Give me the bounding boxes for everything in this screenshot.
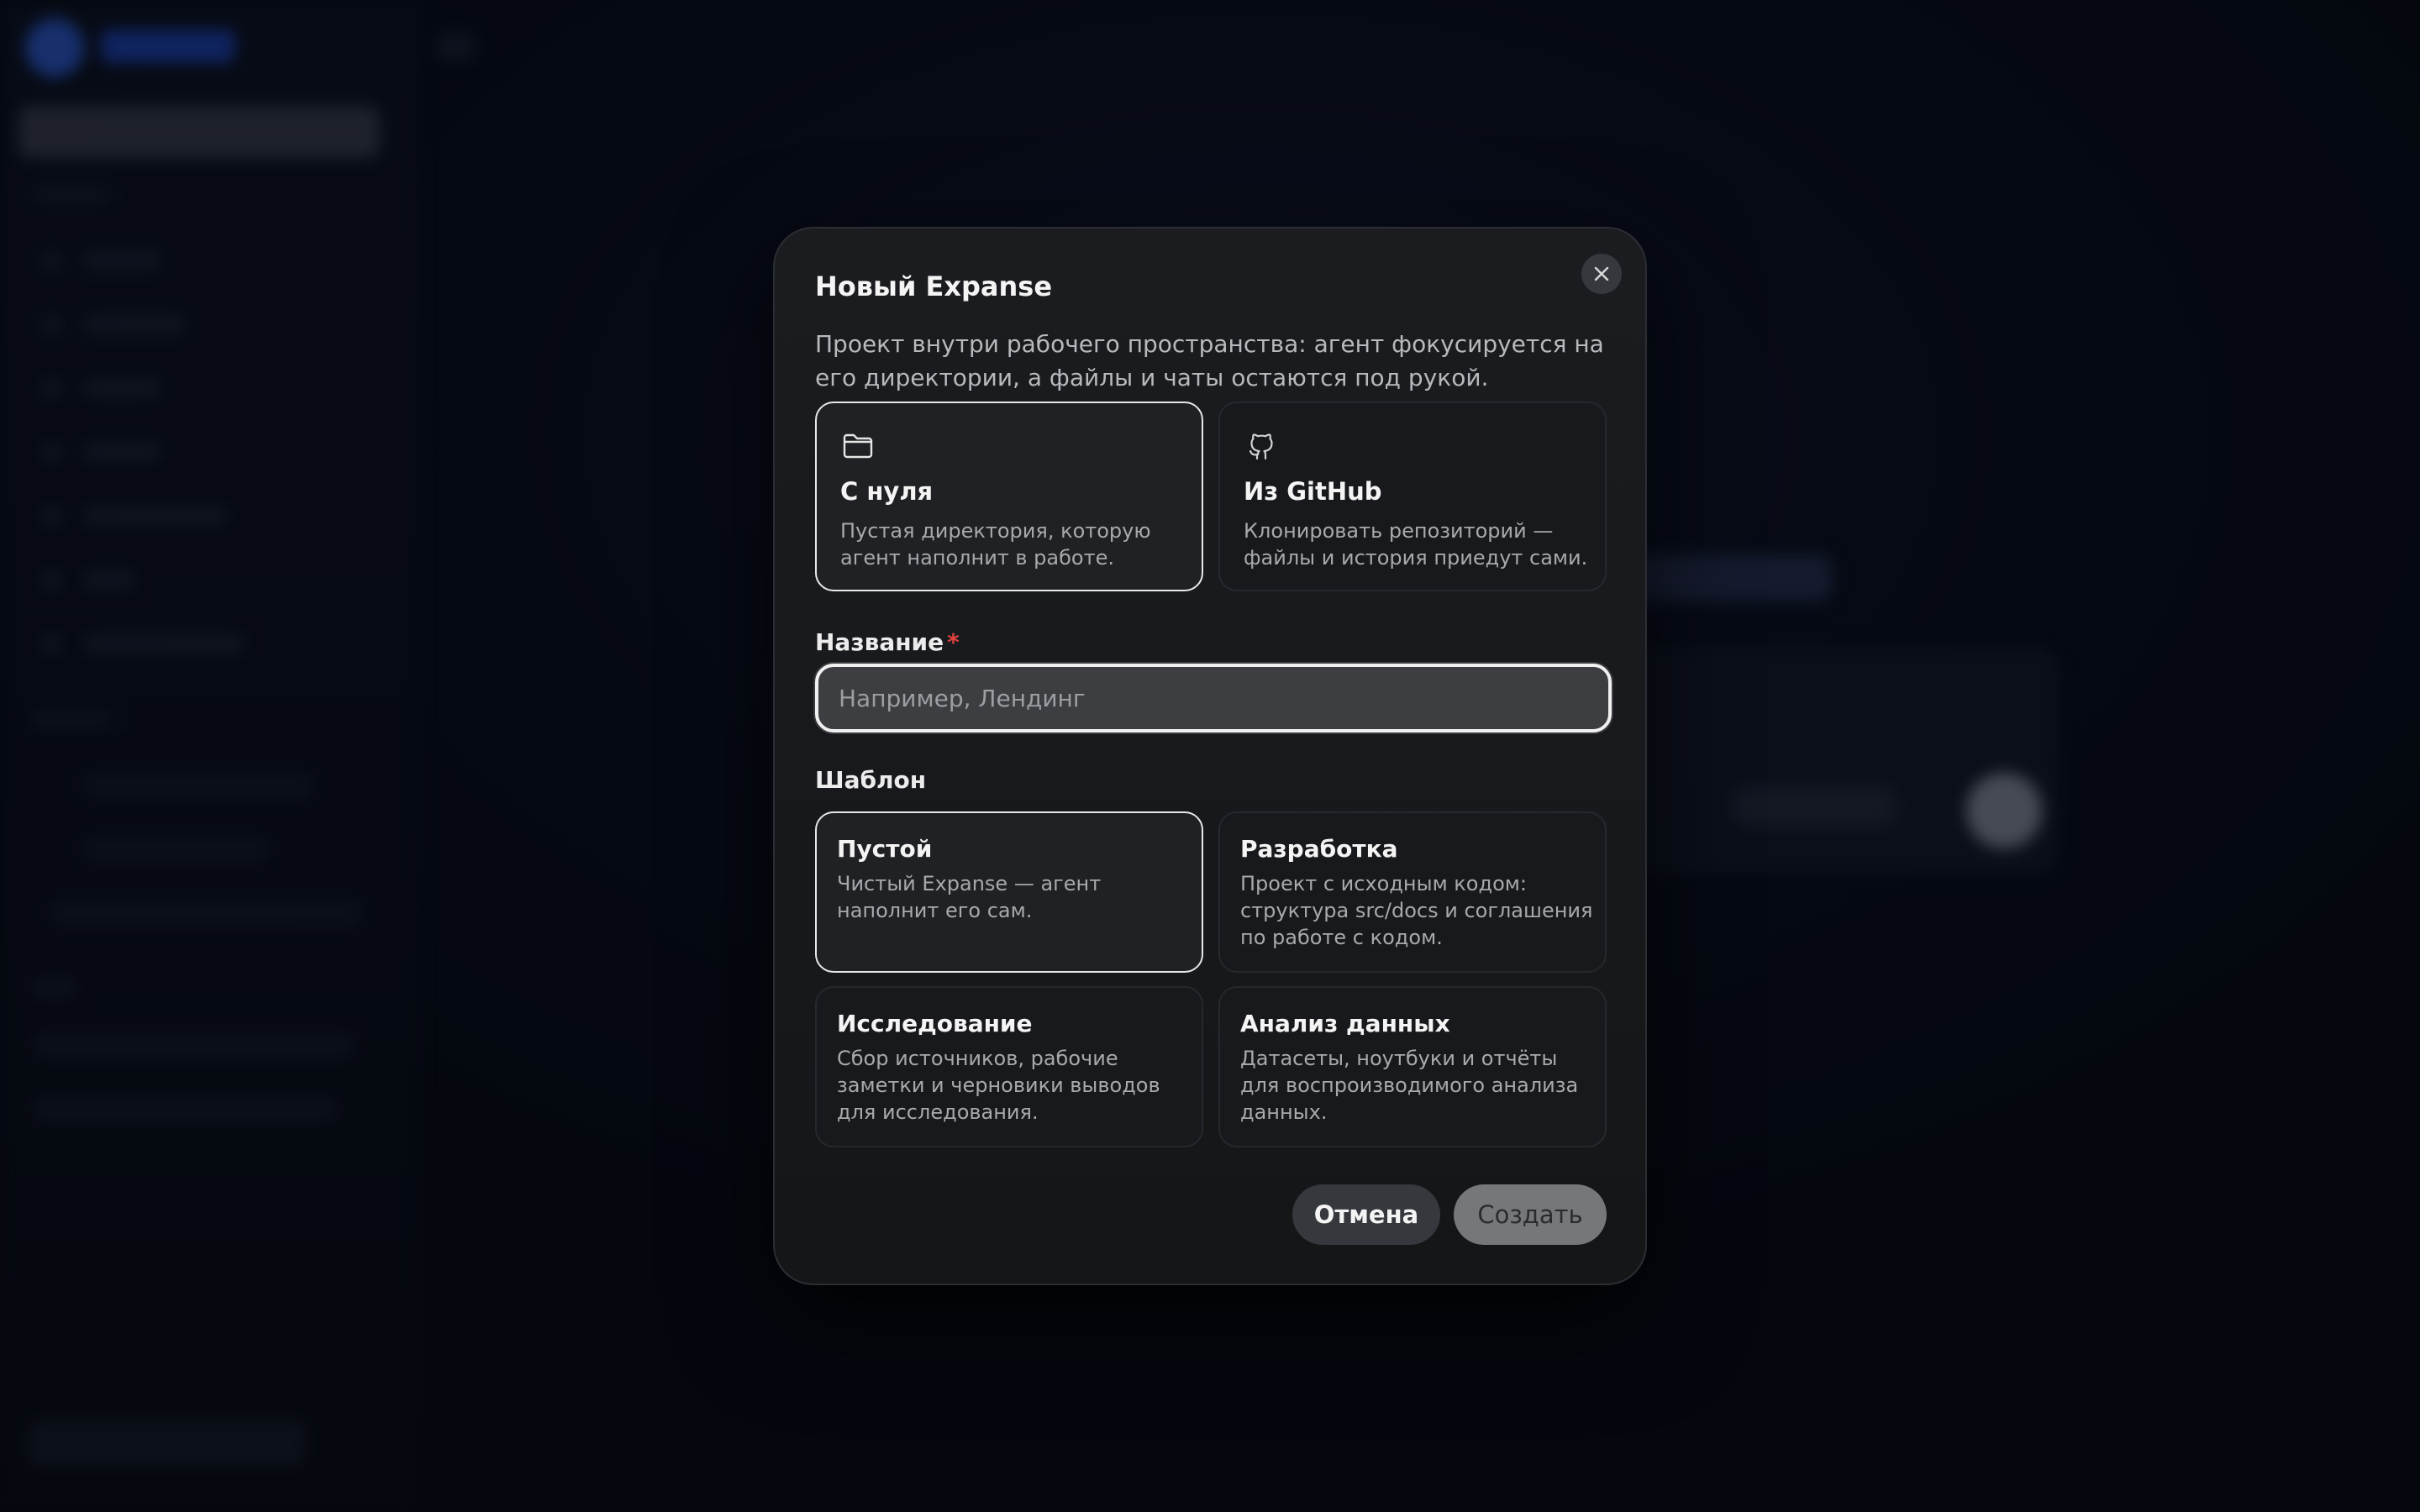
name-input[interactable] [815, 664, 1612, 732]
source-option-title: С нуля [840, 477, 934, 506]
name-field-label: Название * [815, 628, 960, 656]
template-title: Разработка [1240, 835, 1398, 863]
dialog-description: Проект внутри рабочего пространства: аге… [815, 330, 1604, 391]
template-title: Пустой [837, 835, 933, 863]
template-option-empty[interactable]: Пустой Чистый Expanse — агент наполнит е… [815, 811, 1203, 973]
source-option-title: Из GitHub [1244, 477, 1382, 506]
template-title: Анализ данных [1240, 1010, 1450, 1037]
source-option-scratch[interactable]: С нуля Пустая директория, которую агент … [815, 402, 1203, 591]
template-title: Исследование [837, 1010, 1033, 1037]
new-expanse-dialog: Новый Expanse Проект внутри рабочего про… [773, 227, 1647, 1285]
template-option-data-analysis[interactable]: Анализ данных Датасеты, ноутбуки и отчёт… [1218, 986, 1607, 1147]
template-option-research[interactable]: Исследование Сбор источников, рабочие за… [815, 986, 1203, 1147]
cancel-button[interactable]: Отмена [1292, 1184, 1440, 1245]
template-description: Сбор источников, рабочие заметки и черно… [837, 1047, 1160, 1124]
required-marker: * [947, 628, 960, 656]
create-button[interactable]: Создать [1454, 1184, 1607, 1245]
github-icon [1249, 433, 1273, 460]
source-option-github[interactable]: Из GitHub Клонировать репозиторий — файл… [1218, 402, 1607, 591]
template-option-development[interactable]: Разработка Проект с исходным кодом: стру… [1218, 811, 1607, 973]
close-button[interactable] [1581, 254, 1622, 294]
source-option-description: Клонировать репозиторий — файлы и истори… [1244, 519, 1588, 570]
dialog-title: Новый Expanse [815, 270, 1053, 302]
name-label-text: Название [815, 628, 944, 656]
close-icon [1594, 266, 1609, 281]
template-description: Чистый Expanse — агент наполнит его сам. [837, 872, 1102, 922]
folder-icon [843, 433, 873, 459]
template-description: Датасеты, ноутбуки и отчёты для воспроиз… [1240, 1047, 1579, 1124]
template-label: Шаблон [815, 766, 927, 794]
template-description: Проект с исходным кодом: структура src/d… [1240, 872, 1593, 949]
source-option-description: Пустая директория, которую агент наполни… [840, 519, 1151, 570]
